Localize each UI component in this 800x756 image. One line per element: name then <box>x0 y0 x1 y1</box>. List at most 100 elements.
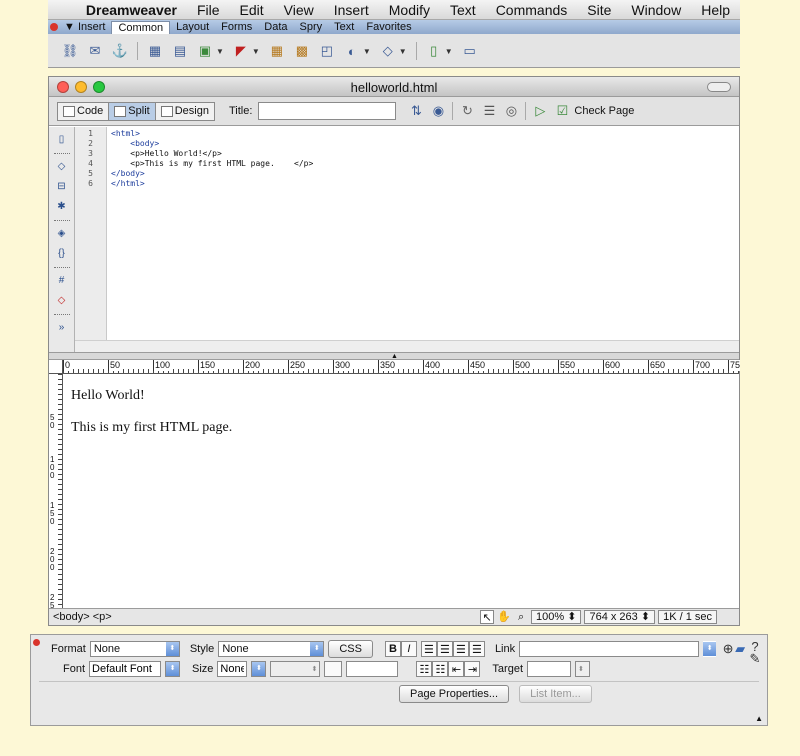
font-dropdown[interactable]: ⬍ <box>165 661 181 677</box>
collapse-panel-icon[interactable]: ▲ <box>755 714 763 723</box>
tab-spry[interactable]: Spry <box>294 21 329 34</box>
text-color-input[interactable] <box>346 661 399 677</box>
size-input[interactable] <box>217 661 248 677</box>
css-button[interactable]: CSS <box>328 640 373 658</box>
menu-help[interactable]: Help <box>691 2 740 18</box>
select-parent-tag-icon[interactable]: ◈ <box>55 227 69 241</box>
image-dropdown-icon[interactable]: ▼ <box>216 47 224 56</box>
validate-markup-icon[interactable]: ▷ <box>532 103 548 119</box>
panel-close-icon[interactable] <box>33 639 40 646</box>
style-select[interactable]: None ⬍ <box>218 641 325 657</box>
ordered-list-icon[interactable]: ☷ <box>432 661 449 677</box>
tab-favorites[interactable]: Favorites <box>360 21 417 34</box>
design-view-button[interactable]: Design <box>156 103 214 120</box>
indent-icon[interactable]: ⇥ <box>464 661 481 677</box>
align-center-icon[interactable]: ☰ <box>436 641 453 657</box>
tag-selector[interactable]: <body> <p> <box>49 611 480 623</box>
ruler-origin[interactable] <box>49 360 63 374</box>
comment-icon[interactable]: ◰ <box>319 43 335 59</box>
tab-text[interactable]: Text <box>328 21 360 34</box>
code-editor[interactable]: <html> <body> <p>Hello World!</p> <p>Thi… <box>107 127 739 352</box>
preview-browser-icon[interactable]: ◉ <box>430 103 446 119</box>
named-anchor-icon[interactable]: ⚓ <box>112 43 128 59</box>
menu-file[interactable]: File <box>187 2 230 18</box>
link-dropdown[interactable]: ⬍ <box>703 641 717 657</box>
more-tools-icon[interactable]: » <box>55 321 69 335</box>
highlight-invalid-code-icon[interactable]: ◇ <box>55 294 69 308</box>
tab-layout[interactable]: Layout <box>170 21 215 34</box>
server-side-include-icon[interactable]: ▩ <box>294 43 310 59</box>
media-dropdown-icon[interactable]: ▼ <box>252 47 260 56</box>
menu-insert[interactable]: Insert <box>324 2 379 18</box>
visual-aids-icon[interactable]: ◎ <box>503 103 519 119</box>
menu-modify[interactable]: Modify <box>379 2 440 18</box>
code-horizontal-scrollbar[interactable] <box>75 340 739 352</box>
quick-tag-editor-icon[interactable]: ✎ <box>747 651 763 667</box>
collapse-tag-icon[interactable]: ◇ <box>55 160 69 174</box>
media-icon[interactable]: ◤ <box>233 43 249 59</box>
balance-braces-icon[interactable]: {} <box>55 247 69 261</box>
open-documents-icon[interactable]: ▯ <box>55 133 69 147</box>
image-icon[interactable]: ▣ <box>197 43 213 59</box>
split-view-button[interactable]: Split <box>109 102 156 120</box>
align-justify-icon[interactable]: ☰ <box>468 641 485 657</box>
size-dropdown[interactable]: ⬍ <box>251 661 267 677</box>
check-page-button[interactable]: ☑ Check Page <box>554 103 635 119</box>
italic-button[interactable]: I <box>400 641 417 657</box>
refresh-icon[interactable]: ↻ <box>459 103 475 119</box>
div-icon[interactable]: ▤ <box>172 43 188 59</box>
tag-chooser-icon[interactable]: ▭ <box>462 43 478 59</box>
outdent-icon[interactable]: ⇤ <box>448 661 465 677</box>
line-numbers-icon[interactable]: # <box>55 274 69 288</box>
text-color-swatch[interactable] <box>324 661 343 677</box>
menu-window[interactable]: Window <box>621 2 691 18</box>
head-dropdown-icon[interactable]: ▼ <box>363 47 371 56</box>
page-properties-button[interactable]: Page Properties... <box>399 685 510 703</box>
design-paragraph[interactable]: This is my first HTML page. <box>71 420 731 436</box>
hyperlink-icon[interactable]: ⛓ <box>62 43 79 59</box>
bold-button[interactable]: B <box>384 641 401 657</box>
split-divider[interactable]: ▲ <box>49 353 739 360</box>
format-select[interactable]: None ⬍ <box>89 641 180 657</box>
design-view[interactable]: Hello World! This is my first HTML page. <box>63 374 739 610</box>
insert-panel-title[interactable]: ▼ Insert <box>62 21 111 34</box>
size-unit-select[interactable]: ⬍ <box>270 661 321 677</box>
toolbar-toggle-button[interactable] <box>707 82 731 92</box>
design-paragraph[interactable]: Hello World! <box>71 388 731 404</box>
file-management-icon[interactable]: ⇅ <box>408 103 424 119</box>
code-view[interactable]: ▯ ◇ ⊟ ✱ ◈ {} # ◇ » 1 2 3 4 5 6 <html> <b… <box>49 127 739 353</box>
template-dropdown-icon[interactable]: ▼ <box>445 47 453 56</box>
menu-text[interactable]: Text <box>440 2 486 18</box>
list-item-button[interactable]: List Item... <box>519 685 592 703</box>
title-input[interactable] <box>258 102 397 120</box>
link-input[interactable] <box>519 641 700 657</box>
view-options-icon[interactable]: ☰ <box>481 103 497 119</box>
script-icon[interactable]: ◇ <box>380 43 396 59</box>
panel-close-icon[interactable] <box>50 23 58 31</box>
code-view-button[interactable]: Code <box>58 102 110 120</box>
align-left-icon[interactable]: ☰ <box>420 641 437 657</box>
table-icon[interactable]: ▦ <box>147 43 163 59</box>
hand-tool-icon[interactable]: ✋ <box>497 610 511 624</box>
zoom-select[interactable]: 100% ⬍ <box>531 610 582 624</box>
menu-edit[interactable]: Edit <box>230 2 274 18</box>
menu-view[interactable]: View <box>274 2 324 18</box>
collapse-selection-icon[interactable]: ⊟ <box>55 180 69 194</box>
email-link-icon[interactable]: ✉ <box>87 43 103 59</box>
target-dropdown[interactable]: ⬍ <box>575 661 590 677</box>
expand-all-icon[interactable]: ✱ <box>55 200 69 214</box>
tab-common[interactable]: Common <box>111 21 171 34</box>
app-menu[interactable]: Dreamweaver <box>82 2 187 18</box>
menu-site[interactable]: Site <box>577 2 621 18</box>
script-dropdown-icon[interactable]: ▼ <box>399 47 407 56</box>
menu-commands[interactable]: Commands <box>486 2 578 18</box>
template-icon[interactable]: ▯ <box>426 43 442 59</box>
select-tool-icon[interactable]: ↖ <box>480 610 495 624</box>
window-size-select[interactable]: 764 x 263 ⬍ <box>584 610 656 624</box>
browse-folder-icon[interactable]: ▰ <box>732 641 748 657</box>
tab-data[interactable]: Data <box>258 21 293 34</box>
tab-forms[interactable]: Forms <box>215 21 258 34</box>
font-input[interactable] <box>89 661 162 677</box>
target-input[interactable] <box>527 661 571 677</box>
date-icon[interactable]: ▦ <box>269 43 285 59</box>
